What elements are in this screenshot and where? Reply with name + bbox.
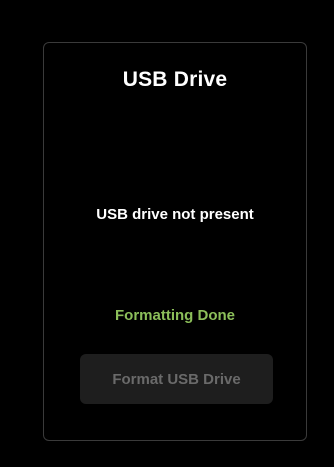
usb-drive-panel: USB Drive USB drive not present Formatti…: [43, 42, 307, 441]
formatting-result-text: Formatting Done: [115, 307, 235, 324]
panel-title: USB Drive: [122, 68, 228, 91]
usb-status-text: USB drive not present: [96, 206, 254, 223]
format-usb-drive-button[interactable]: Format USB Drive: [80, 354, 273, 404]
usb-drive-screen: USB Drive USB drive not present Formatti…: [0, 0, 334, 467]
